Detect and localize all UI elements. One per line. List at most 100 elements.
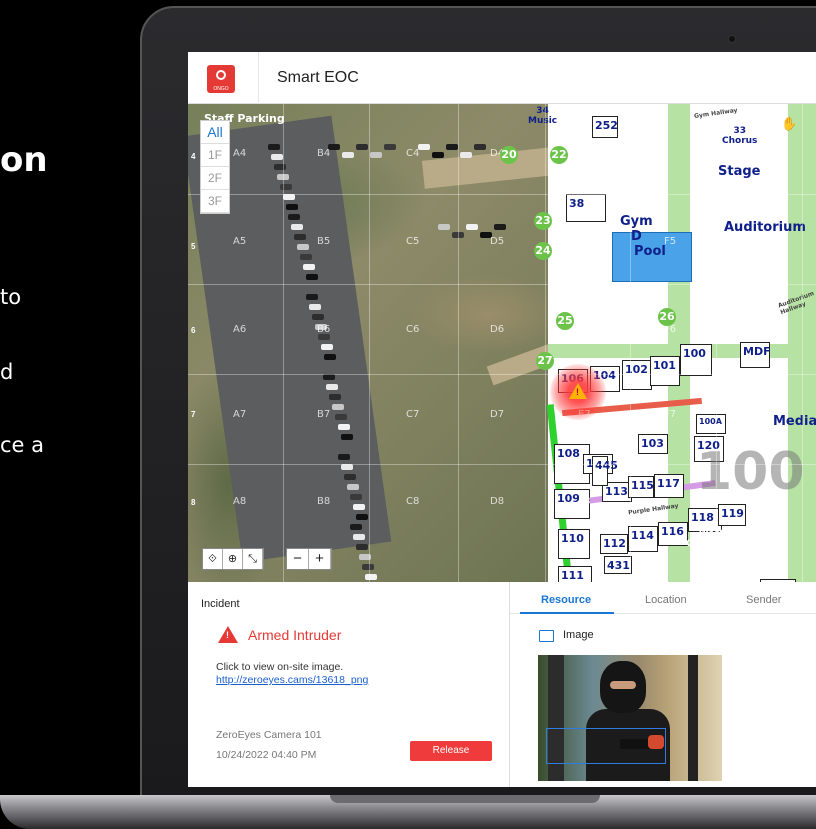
grid-cell-label: C5 [406,236,420,247]
room-number: 115 [631,479,654,492]
grid-cell-label: A8 [233,496,247,507]
grid-cell-label: C8 [406,496,420,507]
floor-button-all[interactable]: All [201,121,229,144]
resource-panel: Resource Location Sender Image [510,582,816,787]
room-number: 431 [607,559,630,572]
grid-cell-label: B5 [317,236,331,247]
block-100-label: 100 [696,442,805,502]
floor-button-1f[interactable]: 1F [201,144,229,167]
floor-button-3f[interactable]: 3F [201,190,229,213]
app-title: Smart EOC [277,69,359,86]
image-link[interactable]: http://zeroeyes.cams/13618_png [216,674,368,686]
image-icon [539,630,554,642]
room-number: 112 [603,537,626,550]
grid-cell-label: G6 [748,324,763,335]
webcam [728,35,736,43]
grid-cell-label: C7 [406,409,420,420]
marketing-line-3: ce a [0,433,45,457]
tab-sender[interactable]: Sender [746,594,781,606]
grid-cell-label: G7 [748,409,763,420]
room-number: 119 [721,507,744,520]
grid-cell-label: C4 [406,148,420,159]
room-number: 117 [657,477,680,490]
incident-time: 10/24/2022 04:40 PM [216,749,317,761]
room-number: 110 [561,532,584,545]
resource-tabs: Resource Location Sender [510,582,816,614]
expand-icon[interactable]: ⤡ [243,549,263,569]
image-label: Image [563,629,594,641]
grid-cell-label: B7 [317,409,331,420]
row-label: 6 [191,326,196,335]
pool-label: Pool [634,244,666,259]
grid-cell-label: D6 [490,324,505,335]
row-label: 8 [191,498,196,507]
room-number: 113 [605,485,628,498]
header-divider [258,52,259,104]
fit-view-icon[interactable]: ⟐ [203,549,223,569]
floor-button-2f[interactable]: 2F [201,167,229,190]
grid-cell-label: A6 [233,324,247,335]
release-button[interactable]: Release [410,741,492,761]
incident-name: Armed Intruder [248,627,342,643]
incident-panel: Incident ! Armed Intruder Click to view … [188,582,510,787]
alarm-warning-icon[interactable]: ! [569,383,587,399]
tab-location[interactable]: Location [645,594,687,606]
location-marker[interactable]: 27 [536,352,554,370]
camera-snapshot[interactable] [538,655,722,781]
marketing-line-1: to [0,285,22,309]
grid-cell-label: F5 [664,236,677,247]
room-number: 114 [631,529,654,542]
location-marker[interactable]: 26 [658,308,676,326]
incident-hint: Click to view on-site image. [216,661,344,673]
room-number: 118 [691,511,714,524]
floor-map[interactable]: 2523810610410210110010810310710911311511… [188,104,816,582]
location-marker[interactable]: 20 [500,146,518,164]
map-tools: ⟐ ⊕ ⤡ [202,548,264,570]
music-label: 34 Music [528,106,558,126]
row-label: 7 [191,410,196,419]
room-number: 103 [641,437,664,450]
active-tab-indicator [520,612,614,614]
location-marker[interactable]: 22 [550,146,568,164]
chorus-label: 33 Chorus [722,126,758,146]
grid-cell-label: G5 [748,236,763,247]
grid-cell-label: G4 [748,148,763,159]
grid-cell-label: D8 [490,496,505,507]
location-marker[interactable]: 24 [534,242,552,260]
pan-hand-icon[interactable]: ✋ [781,116,797,132]
grid-cell-label: D7 [490,409,505,420]
room-number: 116 [661,525,684,538]
tab-resource[interactable]: Resource [541,594,591,606]
row-label: 5 [191,242,196,251]
app-logo[interactable]: ONGO [207,65,235,93]
detection-box [546,728,666,764]
locate-icon[interactable]: ⊕ [223,549,243,569]
location-marker[interactable]: 25 [556,312,574,330]
room-number: 100A [699,417,722,426]
row-label: 4 [191,152,196,161]
auditorium-label: Auditorium [724,220,806,235]
grid-cell-label: F7 [664,409,677,420]
logo-text: ONGO [213,86,229,92]
stage-label: Stage [718,164,761,179]
grid-cell-label: E6 [578,324,591,335]
room-number: 111 [561,569,584,582]
gym-label: Gym D [620,214,653,244]
grid-cell-label: A5 [233,236,247,247]
zoom-in-button[interactable]: + [309,549,331,569]
grid-cell-label: E8 [578,496,591,507]
room-number: 100 [683,347,706,360]
floor-selector: All 1F 2F 3F [200,120,230,214]
zoom-out-button[interactable]: − [287,549,309,569]
aerial-imagery [188,104,560,582]
warning-icon: ! [218,626,238,643]
room-number: 108 [557,447,580,460]
app-header: ONGO Smart EOC [188,52,816,104]
room-number: 101 [653,359,676,372]
room-number: MDF [743,345,771,358]
location-marker[interactable]: 23 [534,212,552,230]
grid-cell-label: A7 [233,409,247,420]
room-number: 38 [569,197,585,210]
grid-cell-label: B4 [317,148,331,159]
room-number: 109 [557,492,580,505]
